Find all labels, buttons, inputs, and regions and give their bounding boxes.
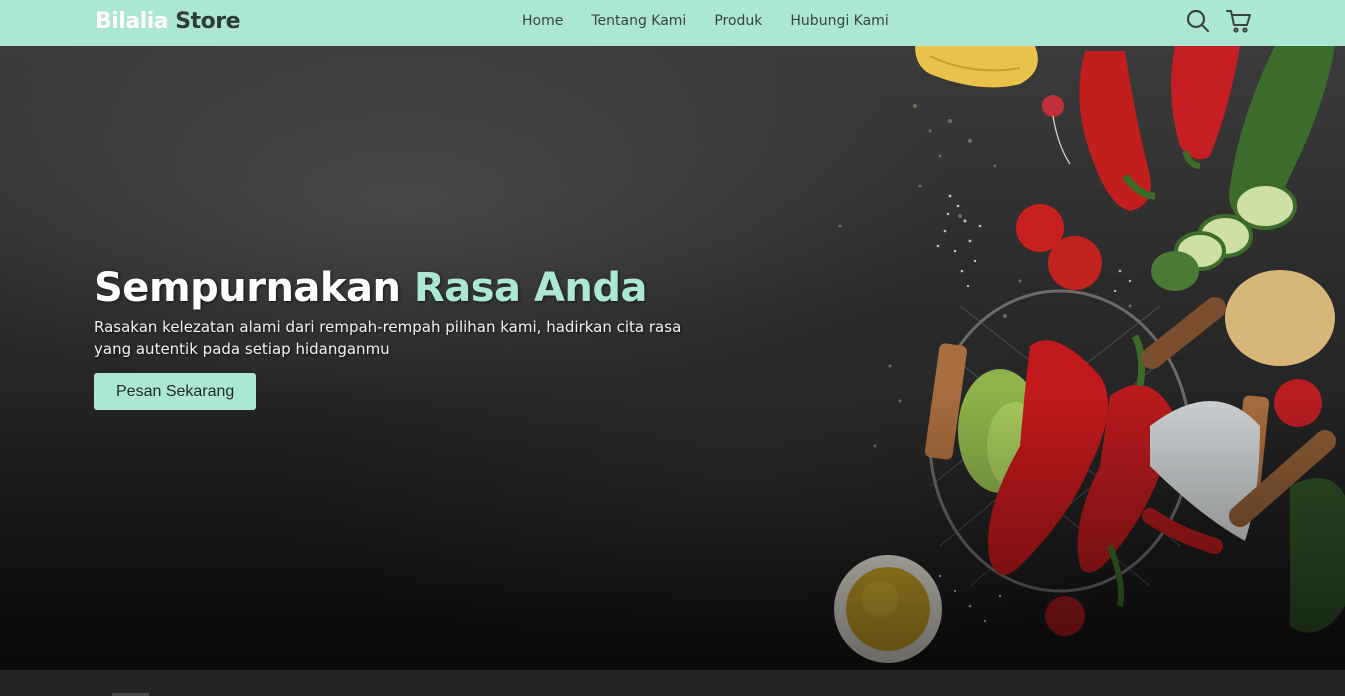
hero-title-main: Sempurnakan [94, 265, 414, 311]
hero-section: Sempurnakan Rasa Anda Rasakan kelezatan … [0, 46, 1345, 670]
hero-title: Sempurnakan Rasa Anda [94, 264, 734, 312]
hero-vegetables-image [834, 46, 1345, 663]
nav-link-hubungi-kami[interactable]: Hubungi Kami [790, 13, 888, 29]
cart-icon[interactable] [1225, 8, 1251, 34]
navbar: Bilalia Store Home Tentang Kami Produk H… [0, 0, 1345, 46]
search-icon[interactable] [1185, 8, 1211, 34]
nav-link-tentang-kami[interactable]: Tentang Kami [591, 13, 686, 29]
brand-logo[interactable]: Bilalia Store [95, 9, 241, 34]
hero-description: Rasakan kelezatan alami dari rempah-remp… [94, 318, 682, 358]
hero-title-accent: Rasa Anda [413, 265, 648, 311]
nav-links: Home Tentang Kami Produk Hubungi Kami [522, 13, 889, 29]
nav-link-produk[interactable]: Produk [714, 13, 762, 29]
footer-strip [0, 670, 1345, 696]
brand-name-first: Bilalia [95, 9, 169, 34]
brand-name-second: Store [168, 9, 241, 34]
order-now-button[interactable]: Pesan Sekarang [94, 373, 257, 410]
nav-icons [1185, 8, 1251, 34]
hero-content: Sempurnakan Rasa Anda Rasakan kelezatan … [94, 264, 734, 410]
nav-link-home[interactable]: Home [522, 13, 563, 29]
